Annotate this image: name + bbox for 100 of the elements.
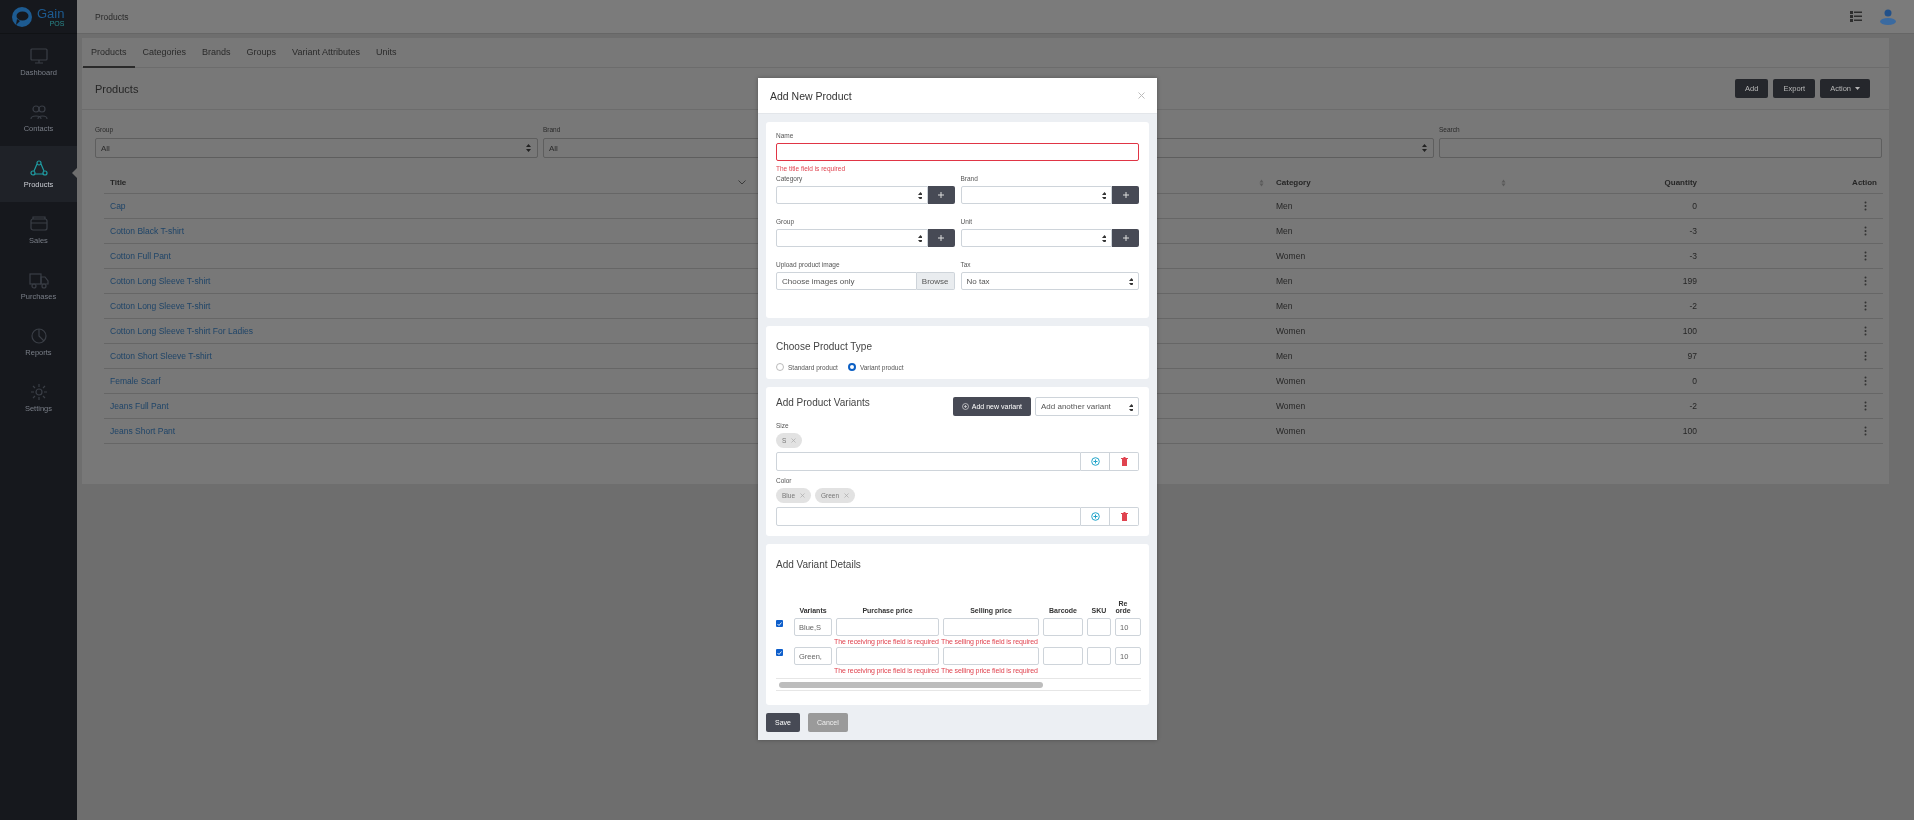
plus-circle-icon [1090, 512, 1100, 521]
more-icon[interactable] [1864, 351, 1867, 361]
more-icon[interactable] [1864, 426, 1867, 436]
more-icon[interactable] [1864, 326, 1867, 336]
table-cell: Women [1276, 376, 1306, 386]
radio-button[interactable] [847, 363, 856, 371]
product-link[interactable]: Cotton Full Pant [110, 251, 171, 261]
tab[interactable]: Groups [238, 38, 285, 68]
people-icon [28, 103, 49, 121]
table-cell: Women [1276, 401, 1306, 411]
more-icon[interactable] [1864, 376, 1867, 386]
barcode-field[interactable] [1043, 647, 1083, 665]
user-avatar-icon[interactable] [1880, 8, 1896, 25]
sort-icon[interactable] [1501, 178, 1506, 187]
sort-icon[interactable] [1259, 178, 1264, 187]
section-title: Add Variant Details [776, 559, 861, 570]
logo-icon [11, 5, 33, 28]
product-link[interactable]: Female Scarf [110, 376, 161, 386]
more-icon[interactable] [1864, 251, 1867, 261]
price-field[interactable] [943, 618, 1039, 636]
checkbox[interactable] [776, 620, 783, 627]
price-field[interactable] [836, 647, 939, 665]
remove-icon[interactable] [791, 438, 797, 443]
table-cell: Men [1276, 226, 1293, 236]
delete-button[interactable] [1110, 507, 1139, 526]
updown-icon [1101, 234, 1106, 242]
browse-button[interactable]: Browse [916, 272, 955, 290]
updown-icon [525, 143, 532, 153]
search-field[interactable] [1439, 138, 1882, 158]
file-field[interactable]: Choose images only [776, 272, 917, 290]
product-link[interactable]: Jeans Full Pant [110, 401, 169, 411]
filter-select[interactable]: All [95, 138, 538, 158]
more-icon[interactable] [1864, 401, 1867, 411]
select-field[interactable] [960, 229, 1112, 247]
add-button[interactable] [1112, 229, 1139, 247]
tab[interactable]: Variant Attributes [284, 38, 368, 68]
table-cell: 199 [1682, 276, 1697, 286]
product-link[interactable]: Jeans Short Pant [110, 426, 176, 436]
table-cell: Women [1276, 251, 1306, 261]
add-value-button[interactable] [1081, 452, 1110, 471]
tab[interactable]: Brands [194, 38, 239, 68]
product-link[interactable]: Cotton Long Sleeve T-shirt [110, 276, 211, 286]
select-field[interactable]: No tax [960, 272, 1139, 290]
tab[interactable]: Categories [134, 38, 195, 68]
select-field[interactable] [776, 229, 928, 247]
value-field[interactable] [776, 507, 1081, 526]
sku-field[interactable] [1087, 647, 1111, 665]
checkbox[interactable] [776, 649, 783, 656]
updown-icon [1128, 402, 1133, 411]
product-link[interactable]: Cotton Black T-shirt [110, 226, 184, 236]
updown-icon [1421, 143, 1428, 153]
tab[interactable]: Units [368, 38, 405, 68]
product-link[interactable]: Cotton Long Sleeve T-shirt For Ladies [110, 326, 253, 336]
table-cell: Men [1276, 201, 1293, 211]
sku-field[interactable] [1087, 618, 1111, 636]
table-cell: Men [1276, 276, 1293, 286]
radio-button[interactable] [776, 363, 784, 371]
value-field[interactable] [776, 452, 1081, 471]
plus-icon [938, 235, 944, 241]
plus-icon [938, 192, 944, 198]
more-icon[interactable] [1864, 301, 1867, 311]
section-title: Choose Product Type [776, 341, 872, 352]
truck-icon [28, 271, 49, 289]
updown-icon [1128, 277, 1133, 285]
barcode-field[interactable] [1043, 618, 1083, 636]
scrollbar[interactable] [776, 678, 1141, 691]
select-field[interactable] [776, 186, 928, 204]
cycle-icon [28, 159, 49, 177]
section-title: Add Product Variants [776, 397, 870, 408]
add-button[interactable] [1112, 186, 1139, 204]
updown-icon [916, 234, 922, 242]
more-icon[interactable] [1864, 226, 1867, 236]
updown-icon [916, 191, 922, 199]
add-button[interactable] [927, 229, 955, 247]
tab[interactable]: Products [83, 38, 135, 68]
more-icon[interactable] [1864, 276, 1867, 286]
variant-select[interactable]: Add another variant [1035, 397, 1139, 416]
product-link[interactable]: Cap [110, 201, 126, 211]
delete-button[interactable] [1110, 452, 1139, 471]
trash-icon [1120, 512, 1128, 521]
table-cell: 100 [1682, 426, 1697, 436]
add-button[interactable] [927, 186, 955, 204]
more-icon[interactable] [1864, 201, 1867, 211]
select-field[interactable] [960, 186, 1112, 204]
remove-icon[interactable] [844, 493, 850, 498]
plus-circle-icon [1090, 457, 1100, 466]
page-title: Products [95, 11, 129, 22]
product-link[interactable]: Cotton Long Sleeve T-shirt [110, 301, 211, 311]
table-cell: Men [1276, 351, 1293, 361]
price-field[interactable] [943, 647, 1039, 665]
list-icon[interactable] [1850, 11, 1862, 22]
remove-icon[interactable] [800, 493, 805, 498]
add-value-button[interactable] [1081, 507, 1110, 526]
table-cell: -2 [1689, 301, 1697, 311]
close-icon[interactable] [1138, 92, 1145, 99]
chevron-down-icon[interactable] [738, 180, 746, 185]
table-cell: Women [1276, 326, 1306, 336]
name-field[interactable] [776, 143, 1139, 161]
product-link[interactable]: Cotton Short Sleeve T-shirt [110, 351, 212, 361]
price-field[interactable] [836, 618, 939, 636]
